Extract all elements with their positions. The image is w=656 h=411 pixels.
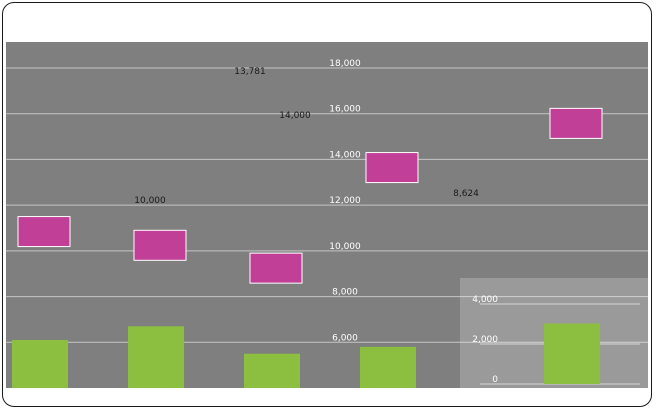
- y-tick-label: 8,000: [332, 288, 358, 298]
- y-tick-label: 18,000: [329, 59, 361, 69]
- x-tick-label: SY 2008-09: [14, 397, 66, 407]
- x-tick-label: SY 2010-11: [130, 397, 182, 407]
- y-tick-label: 12,000: [329, 196, 361, 206]
- bar-magenta: [549, 107, 603, 139]
- bar-magenta: [17, 216, 71, 248]
- bar-chart: 18,000 16,000 14,000 12,000 10,000 8,000 6,000…: [6, 42, 648, 407]
- y-tick-label: 14,000: [329, 150, 361, 160]
- data-label: 13,781: [234, 67, 266, 77]
- bar-green: [12, 340, 68, 388]
- bar-magenta: [365, 152, 419, 184]
- data-label: 10,000: [134, 196, 166, 206]
- bar-green: [360, 346, 416, 388]
- y-tick-label: 6,000: [332, 333, 358, 343]
- bar-green: [128, 326, 184, 388]
- bar-green: [244, 353, 300, 388]
- inset-tick-label: 4,000: [472, 295, 498, 305]
- bar-magenta: [249, 252, 303, 284]
- x-tick-label: SY 2009-10: [546, 393, 598, 403]
- inset-tick-label: 2,000: [472, 335, 498, 345]
- bar-magenta: [133, 229, 187, 261]
- bar-green: [544, 323, 600, 384]
- y-tick-label: 16,000: [329, 105, 361, 115]
- data-label: 8,624: [453, 189, 479, 199]
- data-label: 14,000: [279, 111, 311, 121]
- x-tick-label: SY2020-21: [248, 397, 297, 407]
- y-tick-label: 10,000: [329, 242, 361, 252]
- inset-tick-label: 0: [492, 375, 498, 385]
- x-tick-label: SY2021-22 as of 4-20-22: [332, 397, 443, 407]
